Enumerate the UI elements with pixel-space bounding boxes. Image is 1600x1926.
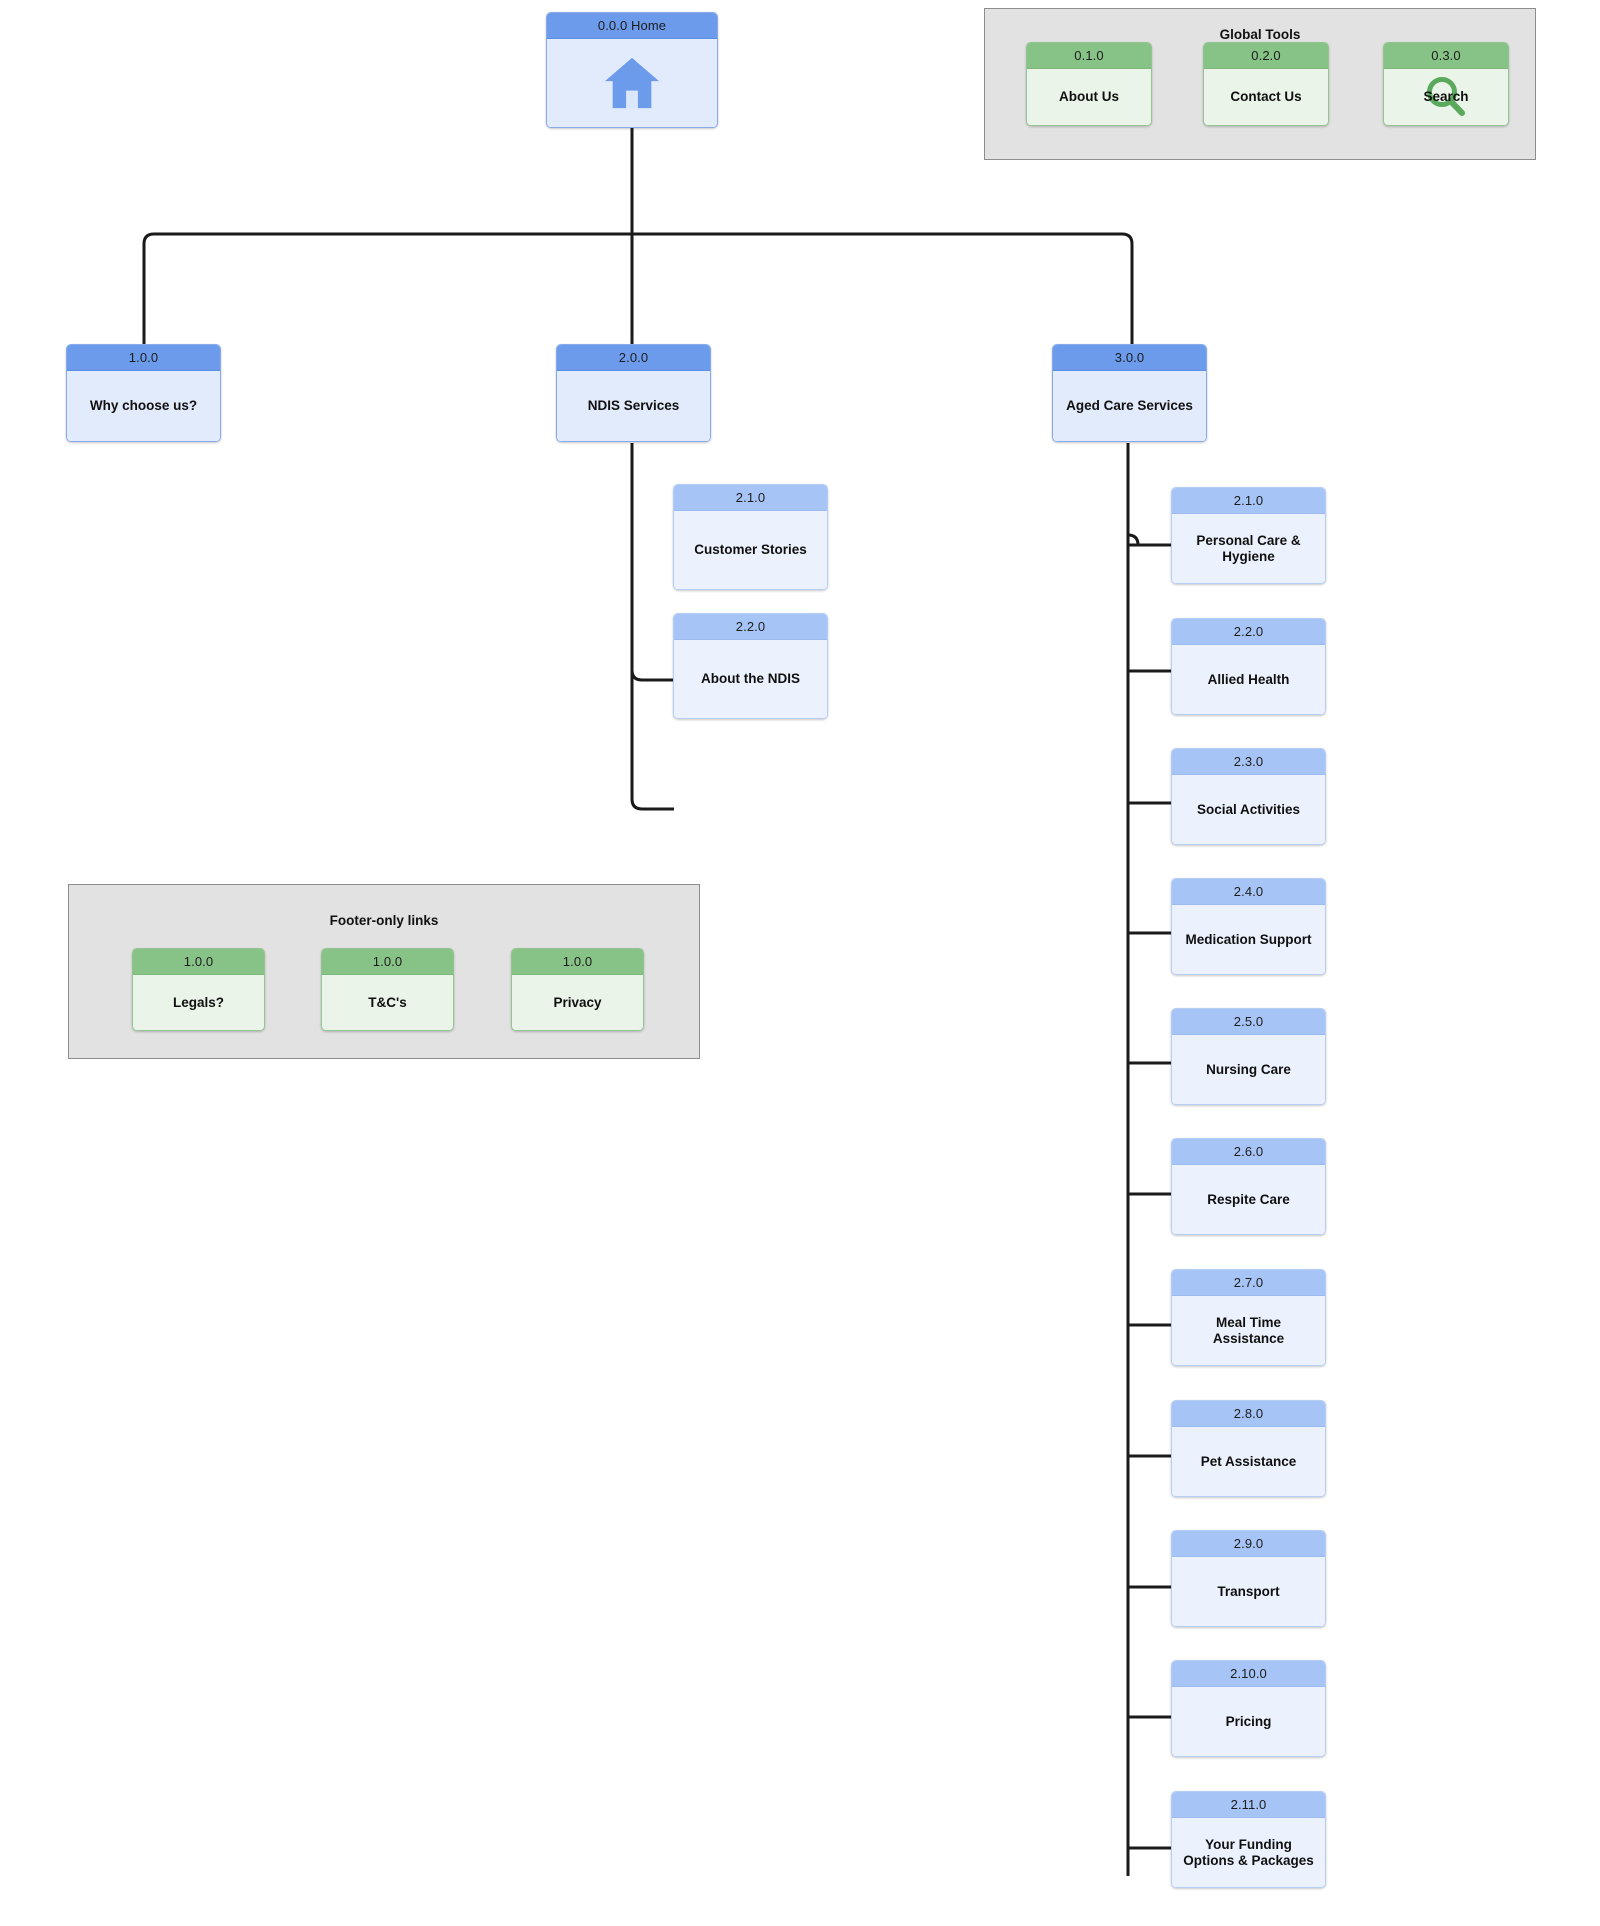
node-personal-care-hygiene-id: 2.1.0 — [1172, 488, 1325, 514]
group-title-global-tools: Global Tools — [1219, 27, 1301, 42]
node-nursing-care-id: 2.5.0 — [1172, 1009, 1325, 1035]
node-contact-us[interactable]: 0.2.0 Contact Us — [1203, 42, 1329, 126]
node-about-us[interactable]: 0.1.0 About Us — [1026, 42, 1152, 126]
node-customer-stories-id: 2.1.0 — [674, 485, 827, 511]
node-transport-id: 2.9.0 — [1172, 1531, 1325, 1557]
node-search[interactable]: 0.3.0 Search — [1383, 42, 1509, 126]
node-contact-us-label: Contact Us — [1204, 69, 1328, 125]
node-terms-and-conditions-label: T&C's — [322, 975, 453, 1030]
node-respite-care-id: 2.6.0 — [1172, 1139, 1325, 1165]
node-personal-care-hygiene[interactable]: 2.1.0 Personal Care & Hygiene — [1171, 487, 1326, 584]
node-personal-care-hygiene-label: Personal Care & Hygiene — [1172, 514, 1325, 583]
group-title-footer-links: Footer-only links — [329, 913, 439, 928]
node-aged-care-services[interactable]: 3.0.0 Aged Care Services — [1052, 344, 1207, 442]
node-ndis-services[interactable]: 2.0.0 NDIS Services — [556, 344, 711, 442]
node-customer-stories-label: Customer Stories — [674, 511, 827, 589]
node-medication-support-id: 2.4.0 — [1172, 879, 1325, 905]
node-search-label: Search — [1423, 89, 1469, 105]
node-respite-care-label: Respite Care — [1172, 1165, 1325, 1234]
node-ndis-services-label: NDIS Services — [557, 371, 710, 441]
node-pricing[interactable]: 2.10.0 Pricing — [1171, 1660, 1326, 1757]
node-transport-label: Transport — [1172, 1557, 1325, 1626]
node-about-the-ndis[interactable]: 2.2.0 About the NDIS — [673, 613, 828, 719]
home-icon — [604, 57, 660, 109]
sitemap-canvas: 0.0.0 Home Global Tools 0.1.0 About Us 0… — [0, 0, 1600, 1926]
node-why-choose-us[interactable]: 1.0.0 Why choose us? — [66, 344, 221, 442]
node-pet-assistance-id: 2.8.0 — [1172, 1401, 1325, 1427]
node-home[interactable]: 0.0.0 Home — [546, 12, 718, 128]
node-privacy-label: Privacy — [512, 975, 643, 1030]
node-allied-health-label: Allied Health — [1172, 645, 1325, 714]
node-meal-time-assistance-label: Meal Time Assistance — [1172, 1296, 1325, 1365]
node-privacy[interactable]: 1.0.0 Privacy — [511, 948, 644, 1031]
node-social-activities-label: Social Activities — [1172, 775, 1325, 844]
node-pet-assistance[interactable]: 2.8.0 Pet Assistance — [1171, 1400, 1326, 1497]
node-why-choose-us-id: 1.0.0 — [67, 345, 220, 371]
node-pet-assistance-label: Pet Assistance — [1172, 1427, 1325, 1496]
node-legals-label: Legals? — [133, 975, 264, 1030]
node-medication-support-label: Medication Support — [1172, 905, 1325, 974]
node-pricing-id: 2.10.0 — [1172, 1661, 1325, 1687]
node-transport[interactable]: 2.9.0 Transport — [1171, 1530, 1326, 1627]
node-your-funding-options-packages-id: 2.11.0 — [1172, 1792, 1325, 1818]
node-nursing-care[interactable]: 2.5.0 Nursing Care — [1171, 1008, 1326, 1105]
node-home-id: 0.0.0 Home — [547, 13, 717, 39]
node-aged-care-services-label: Aged Care Services — [1053, 371, 1206, 441]
node-search-id: 0.3.0 — [1384, 43, 1508, 69]
node-about-the-ndis-label: About the NDIS — [674, 640, 827, 718]
node-meal-time-assistance-id: 2.7.0 — [1172, 1270, 1325, 1296]
node-about-us-label: About Us — [1027, 69, 1151, 125]
node-terms-and-conditions-id: 1.0.0 — [322, 949, 453, 975]
node-aged-care-services-id: 3.0.0 — [1053, 345, 1206, 371]
node-privacy-id: 1.0.0 — [512, 949, 643, 975]
node-meal-time-assistance[interactable]: 2.7.0 Meal Time Assistance — [1171, 1269, 1326, 1366]
node-search-body: Search — [1384, 69, 1508, 125]
node-respite-care[interactable]: 2.6.0 Respite Care — [1171, 1138, 1326, 1235]
node-your-funding-options-packages[interactable]: 2.11.0 Your Funding Options & Packages — [1171, 1791, 1326, 1888]
node-terms-and-conditions[interactable]: 1.0.0 T&C's — [321, 948, 454, 1031]
node-about-us-id: 0.1.0 — [1027, 43, 1151, 69]
node-customer-stories[interactable]: 2.1.0 Customer Stories — [673, 484, 828, 590]
node-social-activities-id: 2.3.0 — [1172, 749, 1325, 775]
node-social-activities[interactable]: 2.3.0 Social Activities — [1171, 748, 1326, 845]
node-why-choose-us-label: Why choose us? — [67, 371, 220, 441]
node-nursing-care-label: Nursing Care — [1172, 1035, 1325, 1104]
node-your-funding-options-packages-label: Your Funding Options & Packages — [1172, 1818, 1325, 1887]
node-allied-health[interactable]: 2.2.0 Allied Health — [1171, 618, 1326, 715]
node-contact-us-id: 0.2.0 — [1204, 43, 1328, 69]
node-legals-id: 1.0.0 — [133, 949, 264, 975]
node-legals[interactable]: 1.0.0 Legals? — [132, 948, 265, 1031]
node-allied-health-id: 2.2.0 — [1172, 619, 1325, 645]
node-medication-support[interactable]: 2.4.0 Medication Support — [1171, 878, 1326, 975]
node-about-the-ndis-id: 2.2.0 — [674, 614, 827, 640]
node-pricing-label: Pricing — [1172, 1687, 1325, 1756]
node-home-body — [547, 39, 717, 127]
node-ndis-services-id: 2.0.0 — [557, 345, 710, 371]
